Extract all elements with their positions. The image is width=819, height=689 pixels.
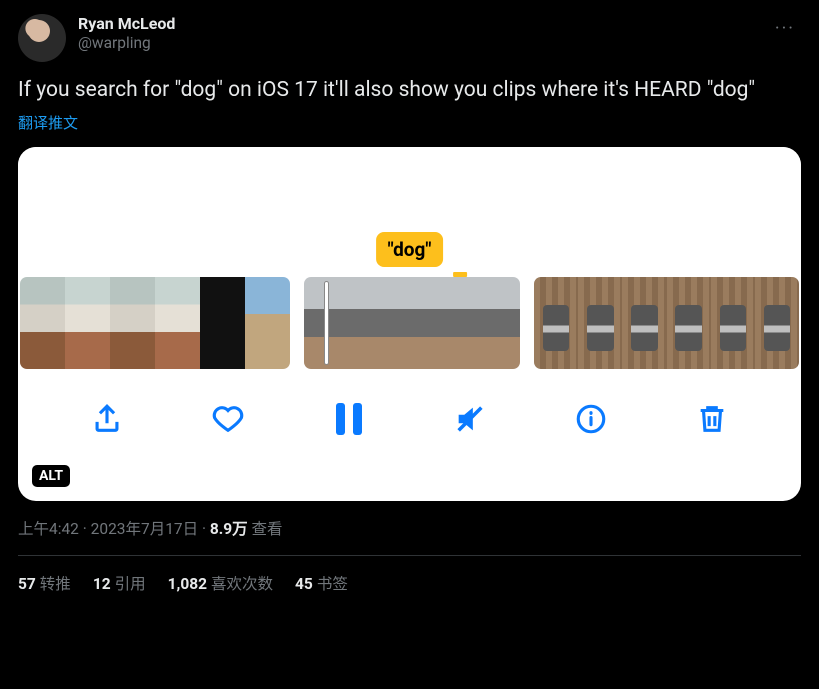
media-toolbar bbox=[18, 369, 801, 469]
stat-count: 45 bbox=[295, 575, 313, 593]
media-spacer: "dog" bbox=[18, 147, 801, 277]
translate-link[interactable]: 翻译推文 bbox=[18, 112, 78, 133]
clip-frame bbox=[667, 277, 711, 369]
clip-frame bbox=[245, 277, 290, 369]
tweet-header: Ryan McLeod @warpling ··· bbox=[18, 14, 801, 62]
media-card[interactable]: "dog" bbox=[18, 147, 801, 501]
stat-quotes[interactable]: 12引用 bbox=[93, 572, 146, 594]
clip-frame bbox=[622, 277, 666, 369]
speaker-mute-icon[interactable] bbox=[448, 397, 492, 441]
caption-tag: "dog" bbox=[376, 232, 444, 267]
divider bbox=[18, 555, 801, 556]
trash-icon[interactable] bbox=[690, 397, 734, 441]
avatar[interactable] bbox=[18, 14, 66, 62]
timeline-strip[interactable] bbox=[18, 277, 801, 369]
stat-label: 喜欢次数 bbox=[211, 575, 273, 593]
clip-frame bbox=[755, 277, 799, 369]
clip-group-3[interactable] bbox=[534, 277, 799, 369]
info-icon[interactable] bbox=[569, 397, 613, 441]
clip-frame bbox=[534, 277, 578, 369]
clip-frame bbox=[304, 277, 376, 369]
display-name: Ryan McLeod bbox=[78, 14, 769, 33]
date[interactable]: 2023年7月17日 bbox=[91, 520, 198, 538]
views-count[interactable]: 8.9万 bbox=[210, 520, 248, 538]
time[interactable]: 上午4:42 bbox=[18, 520, 79, 538]
stat-label: 引用 bbox=[115, 575, 146, 593]
clip-frame bbox=[376, 277, 448, 369]
more-button[interactable]: ··· bbox=[769, 14, 801, 43]
clip-group-1[interactable] bbox=[20, 277, 290, 369]
stat-likes[interactable]: 1,082喜欢次数 bbox=[168, 572, 273, 594]
pause-icon[interactable] bbox=[327, 397, 371, 441]
alt-badge[interactable]: ALT bbox=[32, 465, 70, 487]
stat-count: 57 bbox=[18, 575, 36, 593]
stat-count: 1,082 bbox=[168, 575, 207, 593]
stat-count: 12 bbox=[93, 575, 111, 593]
author-names[interactable]: Ryan McLeod @warpling bbox=[78, 14, 769, 52]
stat-bookmarks[interactable]: 45书签 bbox=[295, 572, 348, 594]
heart-icon[interactable] bbox=[206, 397, 250, 441]
clip-frame bbox=[155, 277, 200, 369]
tweet-container: Ryan McLeod @warpling ··· If you search … bbox=[0, 0, 819, 594]
clip-group-2[interactable] bbox=[304, 277, 520, 369]
playhead[interactable] bbox=[324, 281, 329, 365]
handle: @warpling bbox=[78, 34, 769, 52]
clip-frame bbox=[110, 277, 155, 369]
caption-tag-text: "dog" bbox=[388, 238, 432, 261]
stat-label: 转推 bbox=[40, 575, 71, 593]
tweet-stats: 57转推 12引用 1,082喜欢次数 45书签 bbox=[18, 572, 801, 594]
stat-label: 书签 bbox=[317, 575, 348, 593]
clip-frame bbox=[65, 277, 110, 369]
clip-frame bbox=[711, 277, 755, 369]
stat-retweets[interactable]: 57转推 bbox=[18, 572, 71, 594]
clip-frame bbox=[200, 277, 245, 369]
clip-frame bbox=[20, 277, 65, 369]
views-label: 查看 bbox=[252, 520, 283, 538]
share-icon[interactable] bbox=[85, 397, 129, 441]
tweet-meta: 上午4:42 · 2023年7月17日 · 8.9万 查看 bbox=[18, 517, 801, 539]
tweet-text: If you search for "dog" on iOS 17 it'll … bbox=[18, 76, 801, 104]
clip-frame bbox=[448, 277, 520, 369]
clip-frame bbox=[578, 277, 622, 369]
